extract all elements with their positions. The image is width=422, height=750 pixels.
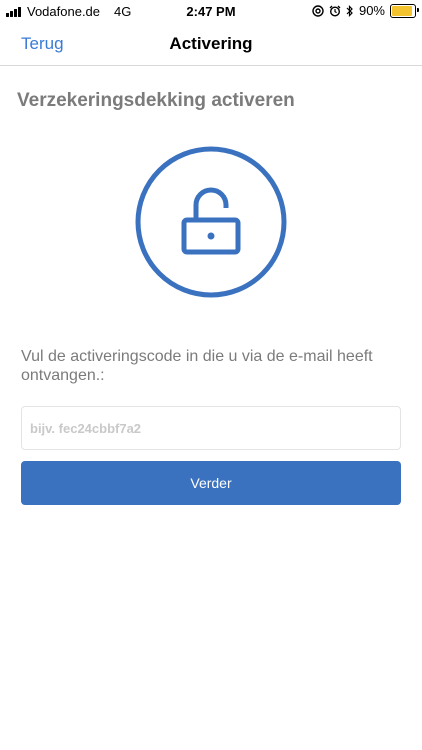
battery-icon [390, 3, 419, 18]
navigation-bar: Terug Activering [0, 22, 422, 66]
status-bar: Vodafone.de 4G 2:47 PM 90% [0, 0, 422, 22]
activation-code-input[interactable] [21, 406, 401, 450]
battery-percent: 90% [358, 3, 385, 18]
next-button[interactable]: Verder [21, 461, 401, 505]
battery-level [392, 5, 412, 16]
status-right: 90% [312, 3, 419, 18]
nav-title: Activering [169, 34, 253, 53]
alarm-icon [329, 5, 341, 17]
bluetooth-icon [346, 4, 353, 17]
page-heading: Verzekeringsdekking activeren [17, 90, 295, 111]
at-sign-icon [312, 4, 324, 17]
instruction-text: Vul de activeringscode in die u via de e… [21, 348, 373, 384]
unlocked-padlock-icon [135, 146, 287, 298]
